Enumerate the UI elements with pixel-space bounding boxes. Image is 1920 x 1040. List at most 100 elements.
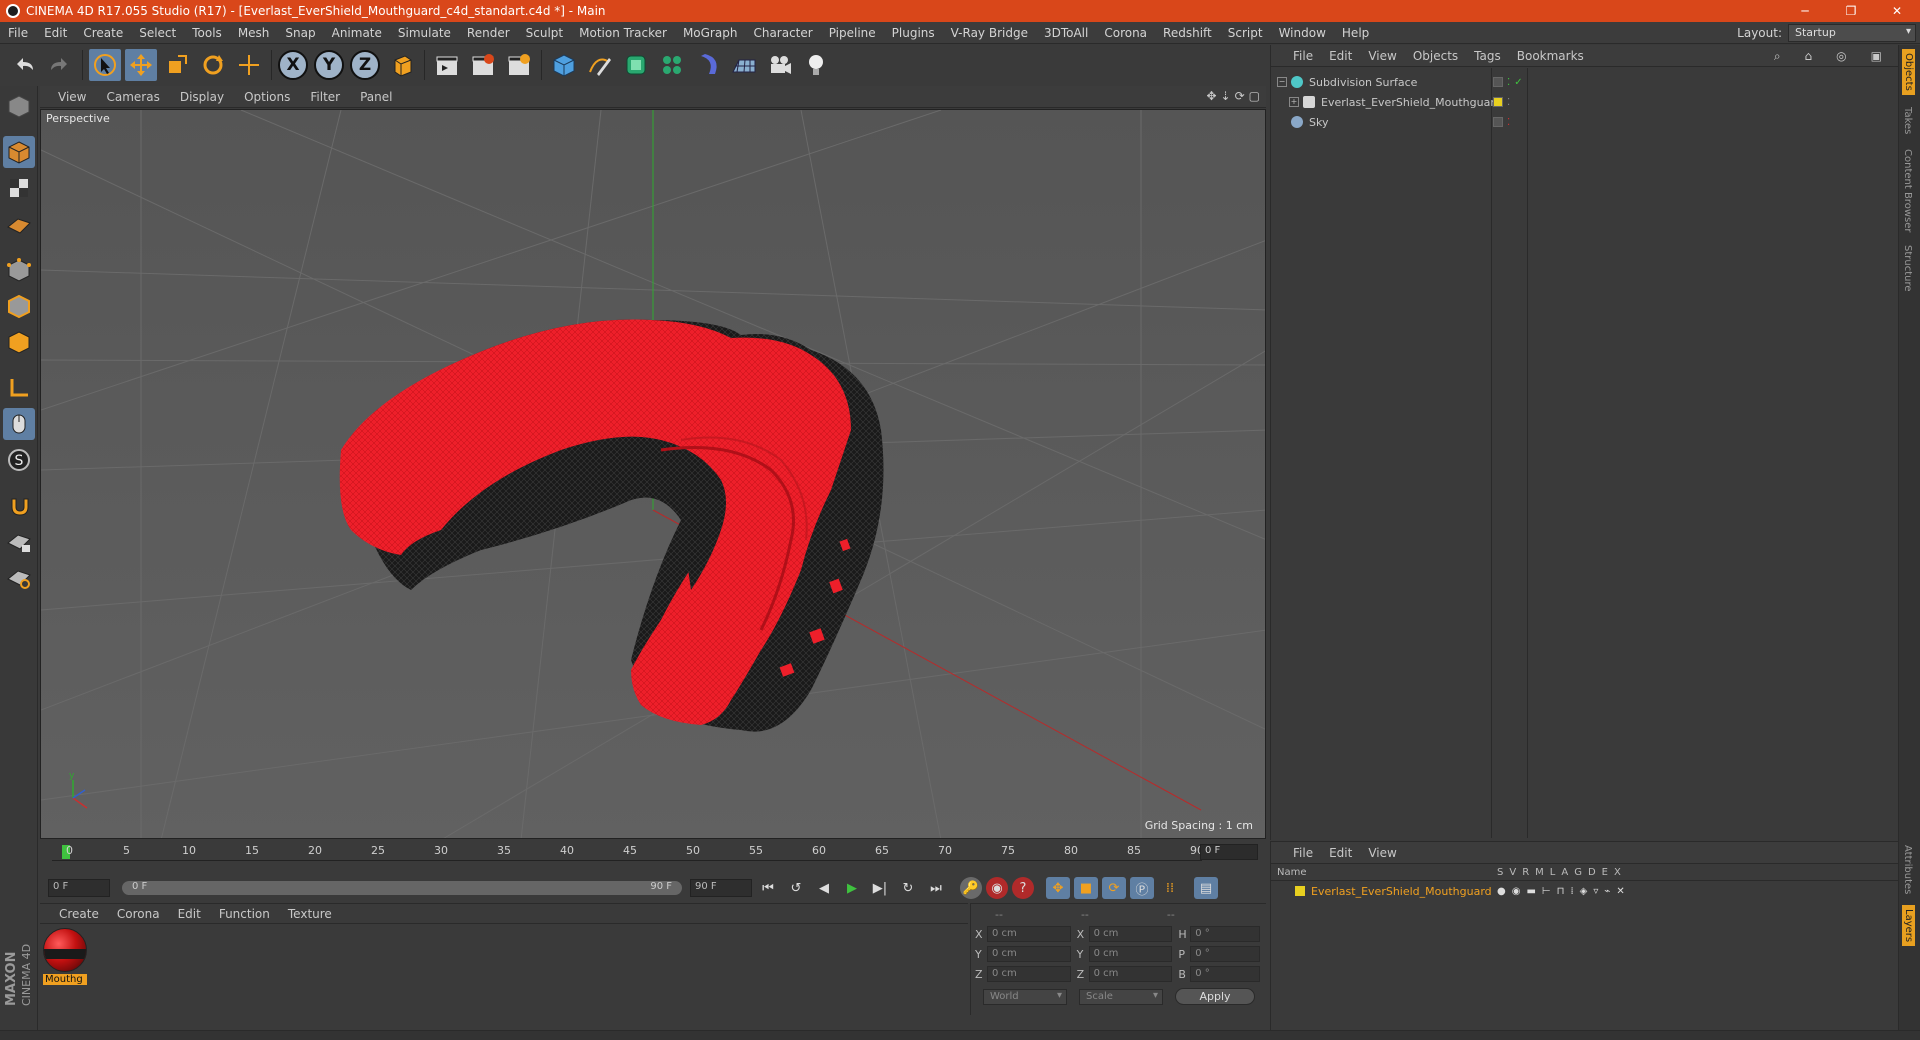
live-selection-button[interactable] [89,49,121,81]
render-picture-viewer-button[interactable] [467,49,499,81]
material-thumbnail[interactable]: Mouthg [43,928,87,988]
floor-object-button[interactable] [728,49,760,81]
viewport-orbit-icon[interactable]: ⟳ [1235,89,1245,103]
edges-mode-button[interactable] [3,290,35,322]
layers-menu-edit[interactable]: Edit [1321,846,1360,860]
goto-prev-key-button[interactable]: ↺ [784,877,808,899]
menu-pipeline[interactable]: Pipeline [821,26,884,40]
viewport-maximize-icon[interactable]: ▢ [1249,89,1260,103]
size-y-field[interactable]: 0 cm [1088,946,1173,962]
record-keys-button[interactable]: 🔑 [960,877,982,899]
deformer-button[interactable] [692,49,724,81]
position-x-field[interactable]: 0 cm [986,926,1071,942]
current-frame-field[interactable]: 0 F [1200,844,1258,860]
tab-attributes[interactable]: Attributes [1902,845,1913,894]
key-position-button[interactable]: ✥ [1046,877,1070,899]
objects-menu-edit[interactable]: Edit [1321,49,1360,63]
polygons-mode-button[interactable] [3,326,35,358]
menu-help[interactable]: Help [1334,26,1377,40]
object-row-sky[interactable]: Sky ⁚ [1271,112,1899,132]
frame-range-slider[interactable]: 0 F 90 F [122,881,682,895]
key-scale-button[interactable]: ■ [1074,877,1098,899]
menu-3dtoall[interactable]: 3DToAll [1036,26,1096,40]
play-button[interactable]: ▶ [840,877,864,899]
solo-dot-icon[interactable]: ● [1497,886,1506,897]
deformer-icon[interactable]: ▿ [1593,886,1598,897]
visibility-dots-icon[interactable]: ⁚ [1507,77,1510,88]
axis-z-lock-button[interactable]: Z [350,50,380,80]
position-y-field[interactable]: 0 cm [986,946,1071,962]
texture-mode-button[interactable] [3,172,35,204]
tab-layers[interactable]: Layers [1902,905,1915,947]
axis-y-lock-button[interactable]: Y [314,50,344,80]
layers-menu-view[interactable]: View [1360,846,1404,860]
move-tool-button[interactable] [125,49,157,81]
size-mode-dropdown[interactable]: Scale [1079,988,1163,1005]
apply-button[interactable]: Apply [1175,988,1255,1005]
coordinate-system-button[interactable] [386,49,418,81]
menu-snap[interactable]: Snap [277,26,323,40]
tab-structure[interactable]: Structure [1902,245,1913,292]
menu-motion-tracker[interactable]: Motion Tracker [571,26,675,40]
frame-ruler[interactable]: 0 5 10 15 20 25 30 35 40 45 50 55 60 65 … [52,843,1204,861]
generator-icon[interactable]: ◈ [1580,886,1588,897]
perspective-viewport[interactable]: y Perspective Grid Spacing : 1 cm [40,109,1266,839]
menu-redshift[interactable]: Redshift [1155,26,1220,40]
scale-tool-button[interactable] [161,49,193,81]
timeline-ruler[interactable]: 0 5 10 15 20 25 30 35 40 45 50 55 60 65 … [40,841,1266,873]
tab-content-browser[interactable]: Content Browser [1902,149,1913,232]
tab-objects[interactable]: Objects [1902,49,1915,95]
menu-simulate[interactable]: Simulate [390,26,459,40]
camera-object-button[interactable] [764,49,796,81]
tab-takes[interactable]: Takes [1902,107,1913,134]
goto-start-button[interactable]: ⏮ [756,877,780,899]
lock-workplane-button[interactable] [3,526,35,558]
size-z-field[interactable]: 0 cm [1088,966,1173,982]
menu-plugins[interactable]: Plugins [884,26,943,40]
coordinate-space-dropdown[interactable]: World [983,988,1067,1005]
menu-sculpt[interactable]: Sculpt [518,26,571,40]
lock-icon[interactable]: ⊓ [1557,886,1565,897]
restore-button[interactable]: ❐ [1828,0,1874,22]
manager-icon[interactable]: ⊢ [1542,886,1551,897]
step-forward-button[interactable]: ▶| [868,877,892,899]
object-row-mouthguard[interactable]: + Everlast_EverShield_Mouthguard ⁚ [1271,92,1899,112]
viewport-menu-filter[interactable]: Filter [300,90,350,104]
material-menu-create[interactable]: Create [50,907,108,921]
cube-primitive-button[interactable] [548,49,580,81]
undo-button[interactable] [8,49,40,81]
planar-workplane-button[interactable] [3,562,35,594]
redo-button[interactable] [44,49,76,81]
autokey-button[interactable]: ◉ [986,877,1008,899]
home-icon[interactable]: ⌂ [1797,49,1821,64]
menu-window[interactable]: Window [1271,26,1334,40]
start-frame-field[interactable]: 0 F [48,879,110,897]
menu-mesh[interactable]: Mesh [230,26,278,40]
menu-mograph[interactable]: MoGraph [675,26,746,40]
close-button[interactable]: ✕ [1874,0,1920,22]
viewport-menu-display[interactable]: Display [170,90,234,104]
axis-mode-button[interactable] [3,372,35,404]
menu-character[interactable]: Character [745,26,820,40]
layer-color-swatch[interactable] [1295,886,1305,896]
menu-corona[interactable]: Corona [1096,26,1155,40]
rotate-tool-button[interactable] [197,49,229,81]
size-x-field[interactable]: 0 cm [1088,926,1173,942]
material-menu-corona[interactable]: Corona [108,907,169,921]
keyframe-selection-button[interactable]: ? [1012,877,1034,899]
axis-x-lock-button[interactable]: X [278,50,308,80]
render-view-button[interactable] [431,49,463,81]
magnet-tool-button[interactable] [3,490,35,522]
layer-row[interactable]: Everlast_EverShield_Mouthguard ● ◉ ▬ ⊢ ⊓… [1271,882,1899,900]
material-menu-texture[interactable]: Texture [279,907,341,921]
points-mode-button[interactable] [3,254,35,286]
goto-end-button[interactable]: ⏭ [924,877,948,899]
rotation-b-field[interactable]: 0 ° [1190,966,1261,982]
menu-script[interactable]: Script [1220,26,1271,40]
visibility-dots-icon[interactable]: ⁚ [1507,97,1510,108]
objects-menu-objects[interactable]: Objects [1405,49,1466,63]
transform-tool-button[interactable] [233,49,265,81]
objects-menu-bookmarks[interactable]: Bookmarks [1509,49,1592,63]
viewport-camera-label[interactable]: Perspective [46,112,110,125]
position-z-field[interactable]: 0 cm [986,966,1071,982]
